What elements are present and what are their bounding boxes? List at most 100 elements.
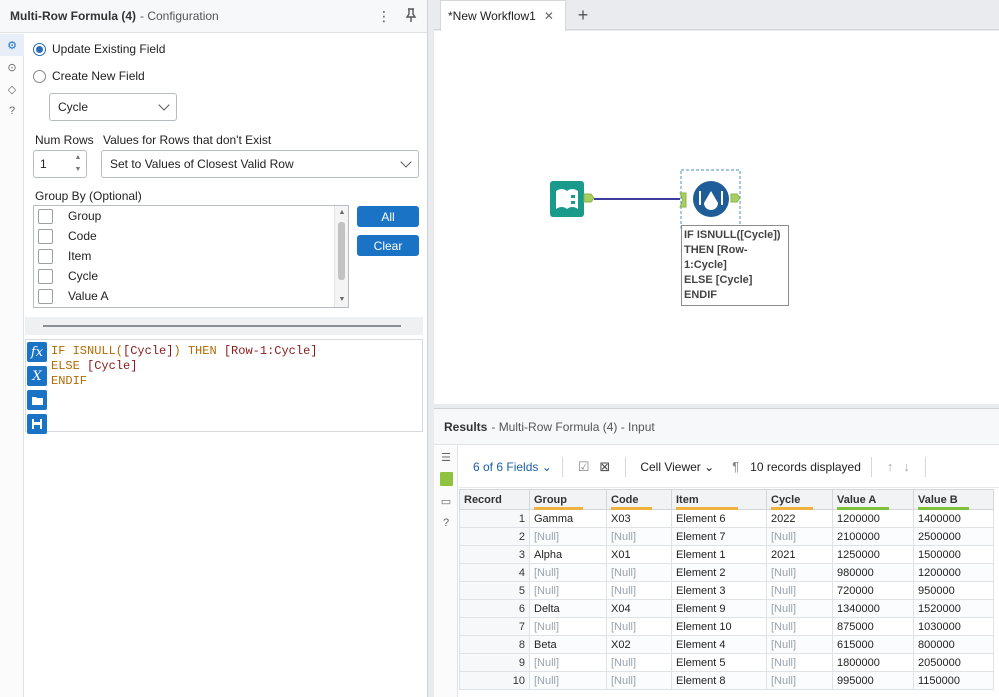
- table-cell[interactable]: [Null]: [606, 653, 672, 672]
- multi-row-formula-tool-icon[interactable]: [679, 181, 741, 217]
- table-cell[interactable]: 720000: [832, 581, 914, 600]
- table-cell[interactable]: Element 10: [671, 617, 767, 636]
- table-cell[interactable]: 1400000: [913, 509, 994, 528]
- table-cell[interactable]: Element 4: [671, 635, 767, 654]
- table-cell[interactable]: [Null]: [766, 653, 833, 672]
- expression-text[interactable]: IF ISNULL([Cycle]) THEN [Row-1:Cycle] ELS…: [51, 344, 317, 389]
- table-cell[interactable]: [Null]: [766, 563, 833, 582]
- arrow-down-icon[interactable]: ↓: [903, 459, 910, 474]
- table-cell[interactable]: [Null]: [606, 563, 672, 582]
- table-row[interactable]: 8 Beta X02 Element 4 [Null] 615000 800000: [459, 635, 994, 654]
- table-cell[interactable]: Element 8: [671, 671, 767, 690]
- cell-viewer-dropdown[interactable]: Cell Viewer ⌄: [640, 460, 714, 474]
- scroll-thumb[interactable]: [338, 222, 345, 280]
- table-cell[interactable]: Element 3: [671, 581, 767, 600]
- record-number-cell[interactable]: 1: [459, 509, 530, 528]
- table-cell[interactable]: [Null]: [529, 617, 607, 636]
- table-cell[interactable]: Alpha: [529, 545, 607, 564]
- table-cell[interactable]: 1200000: [913, 563, 994, 582]
- tab-new-workflow[interactable]: *New Workflow1 ✕: [440, 0, 566, 31]
- table-cell[interactable]: [Null]: [529, 563, 607, 582]
- scroll-up-icon[interactable]: ▲: [335, 206, 348, 220]
- record-number-cell[interactable]: 3: [459, 545, 530, 564]
- list-item[interactable]: Group: [34, 206, 348, 226]
- table-cell[interactable]: 1520000: [913, 599, 994, 618]
- table-row[interactable]: 1 Gamma X03 Element 6 2022 1200000 1400000: [459, 509, 994, 528]
- column-header-group[interactable]: Group: [529, 489, 607, 510]
- table-cell[interactable]: [Null]: [766, 581, 833, 600]
- num-rows-stepper[interactable]: 1 ▲ ▼: [33, 150, 87, 178]
- record-number-cell[interactable]: 7: [459, 617, 530, 636]
- help-icon[interactable]: ?: [434, 512, 458, 534]
- table-cell[interactable]: 1200000: [832, 509, 914, 528]
- column-header-item[interactable]: Item: [671, 489, 767, 510]
- table-row[interactable]: 7 [Null] [Null] Element 10 [Null] 875000 10300…: [459, 617, 994, 636]
- table-row[interactable]: 6 Delta X04 Element 9 [Null] 1340000 1520000: [459, 599, 994, 618]
- table-cell[interactable]: Delta: [529, 599, 607, 618]
- table-row[interactable]: 3 Alpha X01 Element 1 2021 1250000 1500000: [459, 545, 994, 564]
- table-cell[interactable]: [Null]: [529, 671, 607, 690]
- field-select[interactable]: Cycle: [49, 93, 177, 121]
- scroll-down-icon[interactable]: ▼: [335, 293, 348, 307]
- list-item[interactable]: Item: [34, 246, 348, 266]
- clear-button[interactable]: Clear: [357, 235, 419, 256]
- group-by-scrollbar[interactable]: ▲ ▼: [334, 206, 348, 307]
- create-new-radio-row[interactable]: Create New Field: [33, 69, 145, 83]
- checkbox[interactable]: [38, 268, 53, 284]
- table-cell[interactable]: 995000: [832, 671, 914, 690]
- column-header-cycle[interactable]: Cycle: [766, 489, 833, 510]
- table-cell[interactable]: 800000: [913, 635, 994, 654]
- table-cell[interactable]: 2021: [766, 545, 833, 564]
- column-header-code[interactable]: Code: [606, 489, 672, 510]
- open-folder-icon[interactable]: [27, 390, 47, 410]
- table-cell[interactable]: X02: [606, 635, 672, 654]
- function-icon[interactable]: fx: [27, 342, 47, 362]
- list-item[interactable]: Code: [34, 226, 348, 246]
- list-icon[interactable]: ☰: [434, 446, 458, 468]
- stepper-arrows[interactable]: ▲ ▼: [72, 153, 84, 175]
- table-row[interactable]: 9 [Null] [Null] Element 5 [Null] 1800000 20500…: [459, 653, 994, 672]
- add-tab-button[interactable]: +: [568, 0, 598, 30]
- update-existing-radio[interactable]: [33, 42, 46, 56]
- checkbox[interactable]: [38, 228, 53, 244]
- record-number-cell[interactable]: 8: [459, 635, 530, 654]
- table-cell[interactable]: Beta: [529, 635, 607, 654]
- table-cell[interactable]: 2050000: [913, 653, 994, 672]
- table-cell[interactable]: [Null]: [766, 599, 833, 618]
- table-row[interactable]: 5 [Null] [Null] Element 3 [Null] 720000 950000: [459, 581, 994, 600]
- table-cell[interactable]: 1340000: [832, 599, 914, 618]
- table-cell[interactable]: [Null]: [766, 635, 833, 654]
- pilcrow-icon[interactable]: ¶: [732, 459, 739, 474]
- update-existing-radio-row[interactable]: Update Existing Field: [33, 42, 165, 56]
- table-cell[interactable]: [Null]: [529, 581, 607, 600]
- input-anchor-icon[interactable]: ▭: [434, 490, 458, 512]
- table-cell[interactable]: X04: [606, 599, 672, 618]
- column-header-value-b[interactable]: Value B: [913, 489, 994, 510]
- table-cell[interactable]: [Null]: [606, 617, 672, 636]
- gear-icon[interactable]: ⚙: [0, 34, 24, 56]
- column-header-record[interactable]: Record: [459, 489, 530, 510]
- save-icon[interactable]: [27, 414, 47, 434]
- record-number-cell[interactable]: 4: [459, 563, 530, 582]
- table-cell[interactable]: 1250000: [832, 545, 914, 564]
- expression-editor[interactable]: fx X IF ISNULL([Cycle]) THEN [Row-1:Cycl…: [25, 339, 423, 434]
- workflow-canvas[interactable]: IF ISNULL([Cycle]) THEN [Row- 1:Cycle] E…: [434, 31, 999, 404]
- more-options-icon[interactable]: ⋮: [377, 8, 391, 25]
- record-number-cell[interactable]: 6: [459, 599, 530, 618]
- variable-icon[interactable]: X: [27, 366, 47, 386]
- pin-icon[interactable]: [405, 7, 417, 25]
- record-number-cell[interactable]: 5: [459, 581, 530, 600]
- table-cell[interactable]: X01: [606, 545, 672, 564]
- table-row[interactable]: 2 [Null] [Null] Element 7 [Null] 2100000 25000…: [459, 527, 994, 546]
- record-number-cell[interactable]: 2: [459, 527, 530, 546]
- table-row[interactable]: 4 [Null] [Null] Element 2 [Null] 980000 120000…: [459, 563, 994, 582]
- table-cell[interactable]: 950000: [913, 581, 994, 600]
- table-cell[interactable]: 1030000: [913, 617, 994, 636]
- table-cell[interactable]: Element 7: [671, 527, 767, 546]
- table-cell[interactable]: 1800000: [832, 653, 914, 672]
- fields-dropdown[interactable]: 6 of 6 Fields ⌄: [473, 460, 552, 474]
- close-icon[interactable]: ✕: [544, 9, 554, 23]
- close-box-icon[interactable]: ⊠: [599, 459, 610, 475]
- table-cell[interactable]: 2500000: [913, 527, 994, 546]
- record-number-cell[interactable]: 9: [459, 653, 530, 672]
